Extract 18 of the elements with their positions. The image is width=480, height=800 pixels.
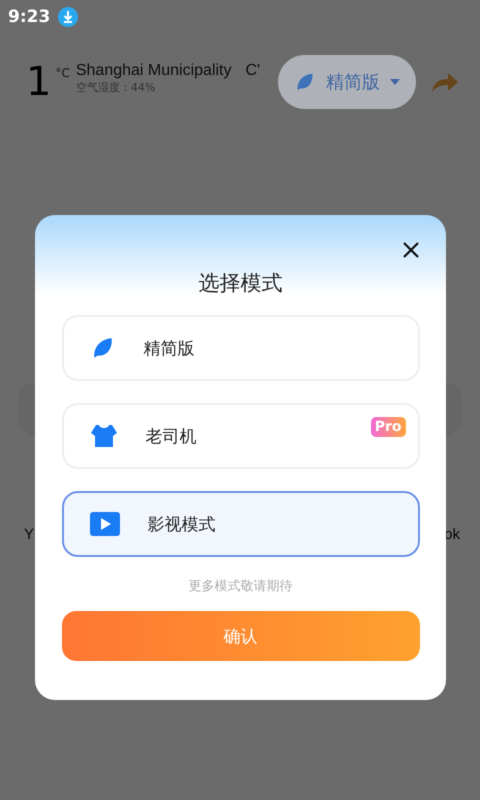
- play-icon: [90, 512, 120, 536]
- mode-option[interactable]: 影视模式: [62, 491, 420, 557]
- city-name: Shanghai Municipality: [76, 62, 232, 80]
- temperature: 1: [26, 62, 52, 102]
- shirt-icon: [90, 422, 118, 450]
- background-text: Y: [24, 526, 34, 543]
- mode-option[interactable]: 老司机 Pro: [62, 403, 420, 469]
- status-time: 9:23: [8, 7, 50, 27]
- pro-badge: Pro: [370, 417, 406, 437]
- download-icon: [58, 7, 78, 27]
- caret-icon: [390, 79, 400, 85]
- dialog-title: 选择模式: [198, 270, 282, 297]
- humidity-text: 空气湿度：44%: [76, 80, 156, 95]
- mode-option[interactable]: 精简版: [62, 315, 420, 381]
- city-extra: C': [246, 62, 260, 80]
- hint-text: 更多模式敬请期待: [188, 578, 292, 595]
- close-button[interactable]: [401, 240, 421, 260]
- temperature-unit: °C: [55, 66, 70, 80]
